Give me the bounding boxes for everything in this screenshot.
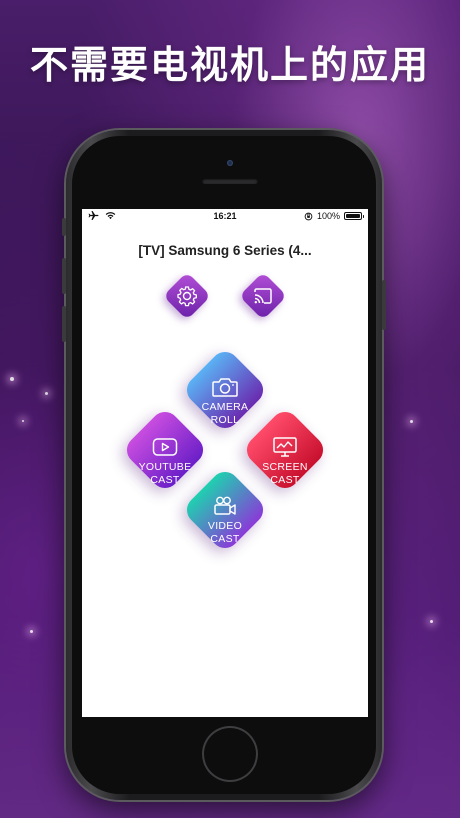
sparkle-decoration [430, 620, 433, 623]
camera-roll-line2: ROLL [210, 413, 240, 426]
front-camera [227, 160, 233, 166]
promo-headline: 不需要电视机上的应用 [29, 43, 430, 87]
play-icon [152, 438, 178, 456]
sparkle-decoration [30, 630, 33, 633]
sparkle-decoration [45, 392, 48, 395]
mute-switch [62, 218, 66, 236]
home-button[interactable] [204, 728, 256, 780]
video-cast-label: VIDEO CAST [175, 495, 275, 545]
cast-icon [254, 288, 272, 304]
rotation-lock-icon [304, 212, 313, 220]
battery-percent: 100% [316, 211, 340, 221]
volume-up-button [62, 258, 66, 294]
video-cast-line2: CAST [210, 532, 240, 545]
camera-roll-label: CAMERA ROLL [175, 376, 275, 426]
monitor-icon [273, 437, 297, 457]
screen-cast-line1: SCREEN [262, 461, 308, 473]
youtube-cast-label: YOUTUBE CAST [115, 436, 215, 486]
screen-cast-label: SCREEN CAST [235, 436, 335, 486]
battery-icon [344, 212, 364, 220]
youtube-cast-line2: CAST [150, 473, 180, 486]
status-bar: 16:21 100% [82, 209, 368, 225]
video-camera-icon [214, 496, 236, 515]
screen-cast-line2: CAST [270, 473, 300, 486]
battery-level [346, 214, 360, 218]
gear-icon [177, 286, 197, 307]
camera-roll-line1: CAMERA [201, 401, 249, 413]
sparkle-decoration [22, 420, 24, 422]
volume-down-button [62, 306, 66, 342]
power-button [382, 280, 386, 330]
youtube-cast-line1: YOUTUBE [138, 461, 192, 473]
video-cast-line1: VIDEO [207, 520, 243, 532]
app-screen: 16:21 100% [TV] Samsung 6 Series (4... C… [82, 209, 368, 717]
earpiece-speaker [202, 178, 258, 184]
connected-tv-name[interactable]: [TV] Samsung 6 Series (4... [82, 243, 368, 258]
camera-icon [212, 378, 238, 397]
sparkle-decoration [410, 420, 413, 423]
sparkle-decoration [10, 377, 14, 381]
